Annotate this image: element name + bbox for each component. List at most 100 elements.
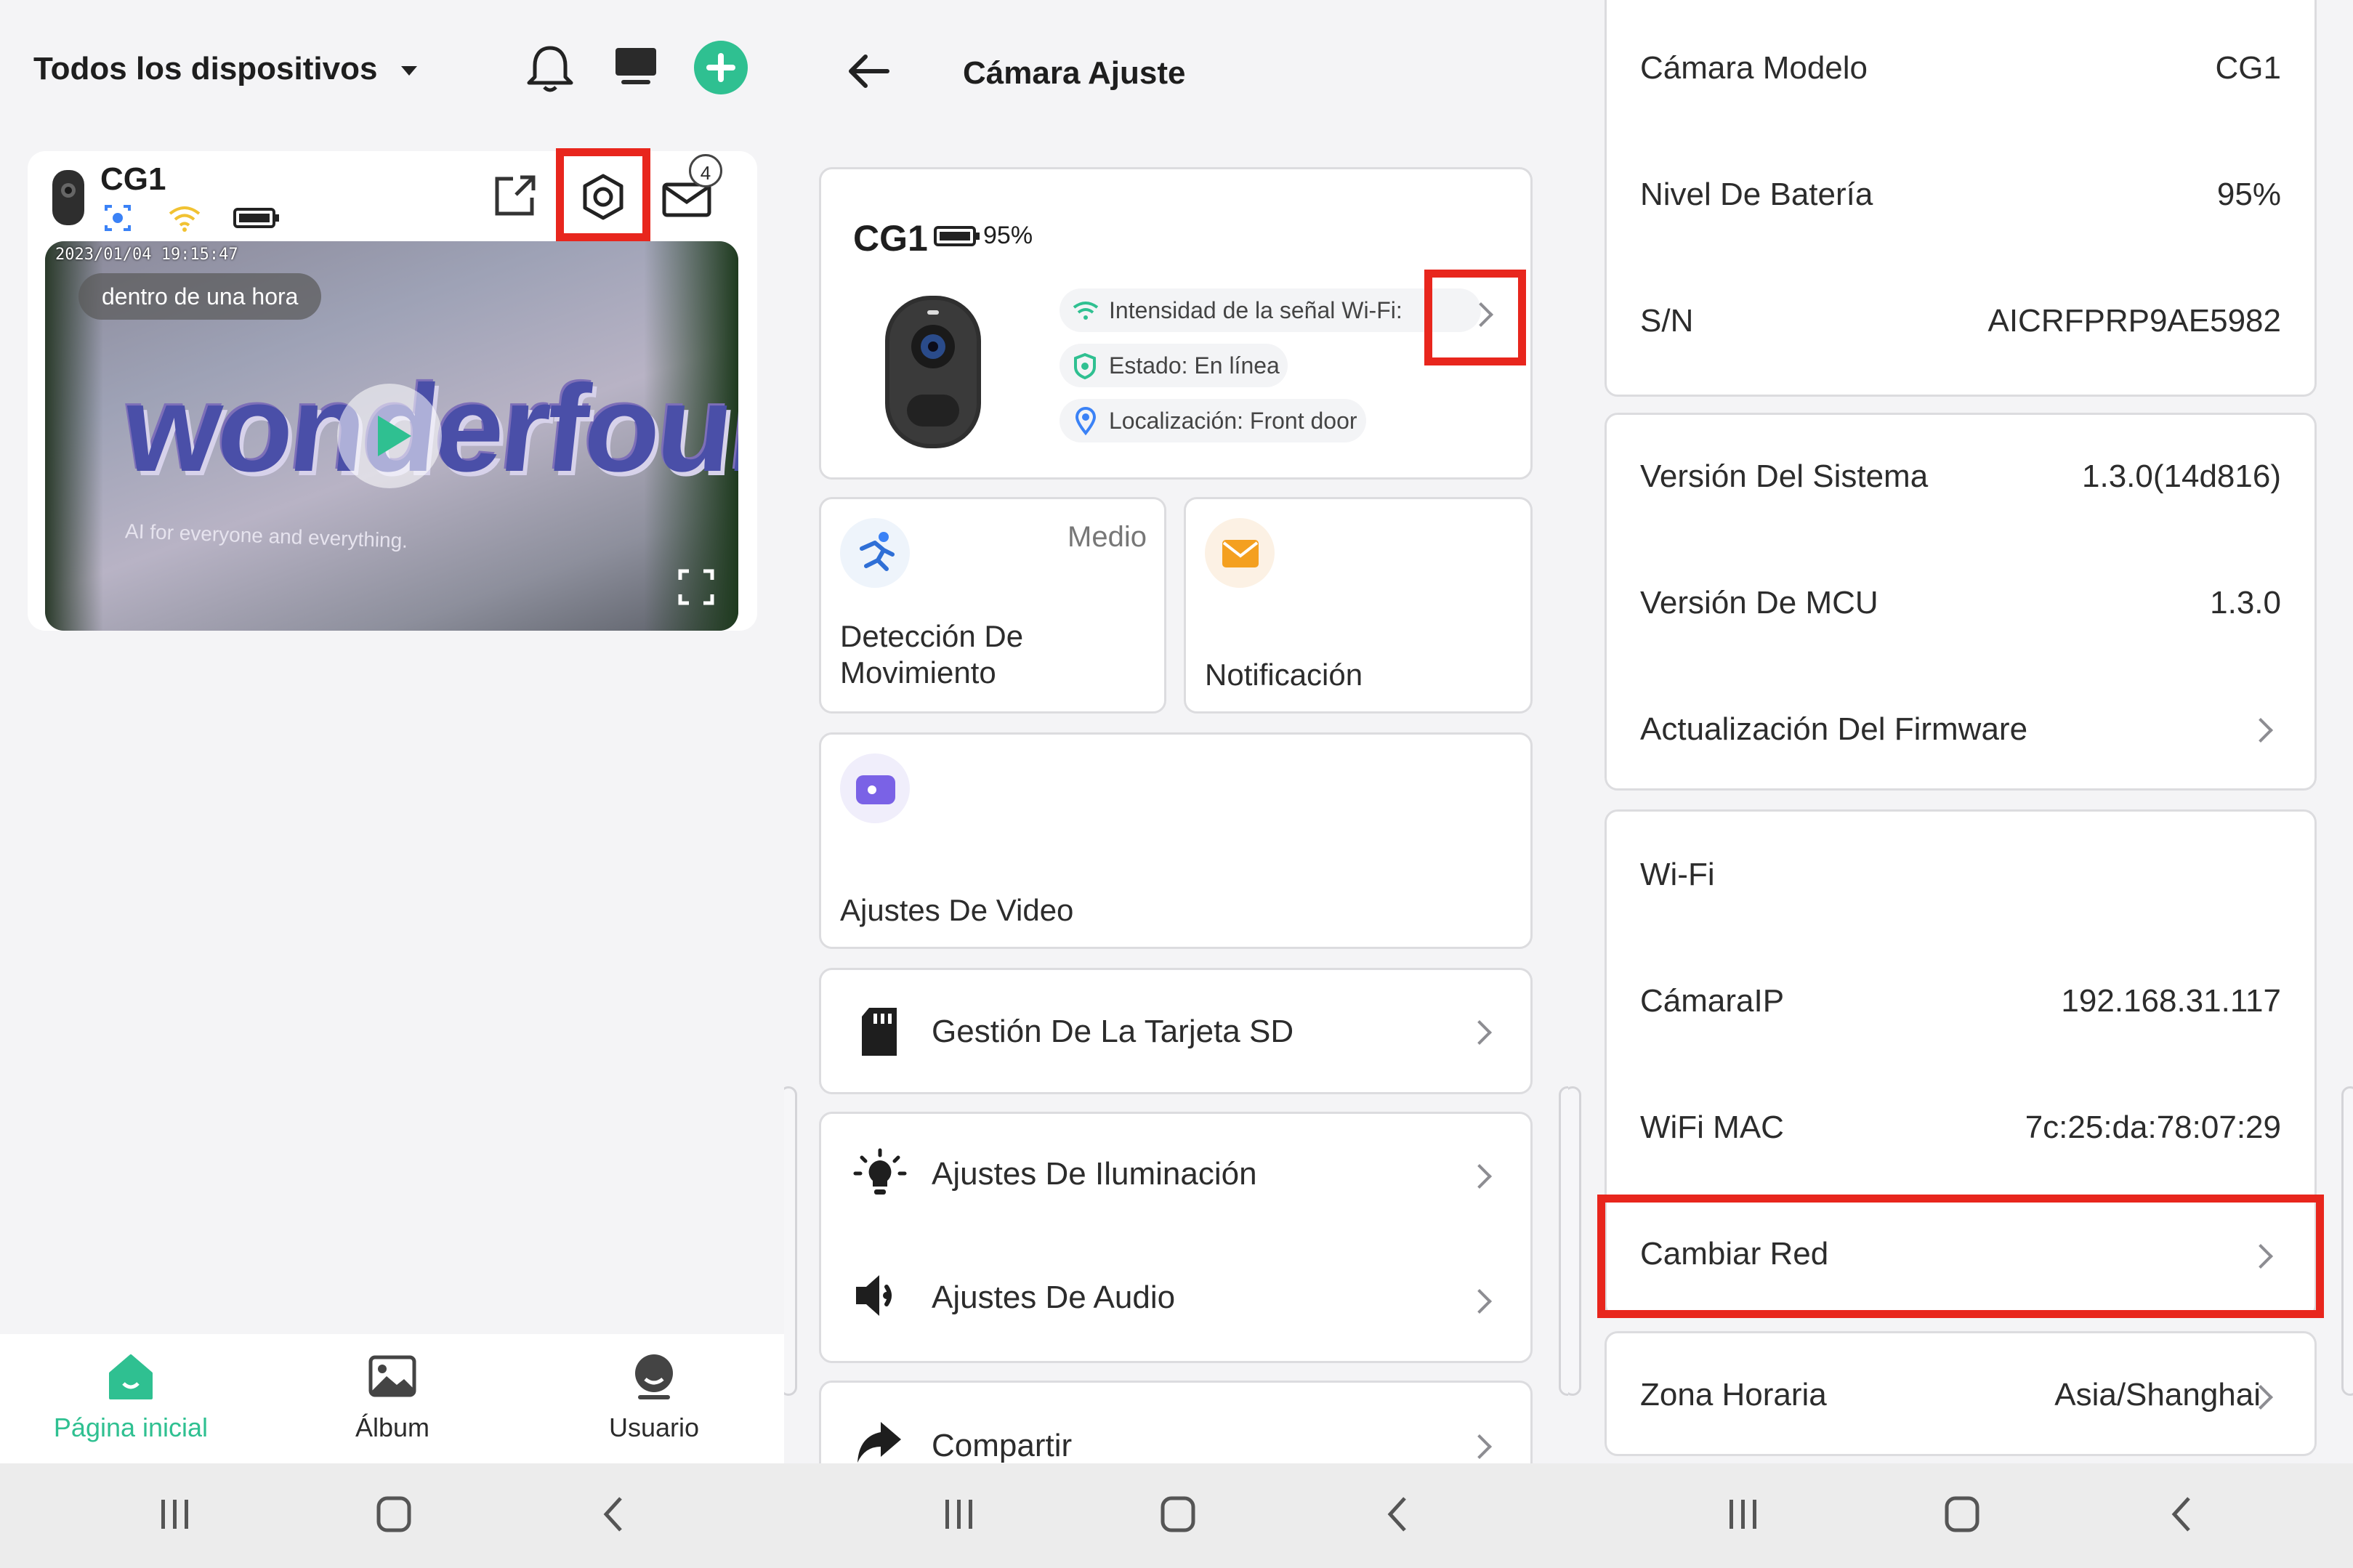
home-system-icon[interactable] [1937, 1492, 1987, 1536]
motion-detect-icon [105, 205, 131, 231]
battery-level-value: 95% [2216, 177, 2281, 212]
serial-number-label: S/N [1640, 303, 1694, 339]
plus-icon-bar [718, 53, 724, 82]
recent-apps-icon[interactable] [150, 1492, 201, 1536]
notification-label: Notificación [1205, 658, 1363, 692]
motion-label: Detección De Movimiento [840, 619, 1024, 690]
play-icon [378, 416, 411, 456]
wifi-strength-pill: Intensidad de la señal Wi-Fi: [1060, 288, 1481, 332]
sd-card-label: Gestión De La Tarjeta SD [932, 1014, 1294, 1049]
share-external-icon[interactable] [491, 173, 538, 219]
envelope-icon [1222, 540, 1259, 567]
motion-icon-bg [840, 518, 910, 588]
page-title: Cámara Ajuste [963, 55, 1186, 91]
motion-sensitivity: Medio [1067, 521, 1147, 553]
speaker-icon [856, 1275, 892, 1316]
system-version-label: Versión Del Sistema [1640, 458, 1929, 494]
sd-card-icon [862, 1008, 897, 1056]
lighting-row[interactable]: Ajustes De Iluminación [821, 1114, 1535, 1237]
scroll-edge-left [784, 1086, 797, 1396]
back-arrow-icon[interactable] [845, 51, 892, 92]
battery-percent: 95% [983, 222, 1033, 249]
recent-apps-icon[interactable] [1718, 1492, 1769, 1536]
nav-album[interactable]: Álbum [291, 1347, 494, 1456]
sd-card-management-row[interactable]: Gestión De La Tarjeta SD [819, 968, 1533, 1094]
audio-row[interactable]: Ajustes De Audio [821, 1239, 1535, 1362]
device-details-card: Cámara Modelo CG1 Nivel De Batería 95% S… [1605, 0, 2317, 397]
bell-icon[interactable] [525, 42, 576, 94]
home-system-icon[interactable] [368, 1492, 419, 1536]
location-pill: Localización: Front door [1060, 399, 1366, 442]
change-network-highlight-box [1597, 1195, 2324, 1318]
mcu-version-value: 1.3.0 [2210, 585, 2281, 621]
message-count-badge: 4 [689, 154, 722, 187]
home-system-icon[interactable] [1153, 1492, 1203, 1536]
timezone-label: Zona Horaria [1640, 1377, 1827, 1413]
nav-home-label: Página inicial [53, 1413, 209, 1442]
camera-image [885, 296, 981, 448]
camera-settings-panel: Cámara Ajuste CG1 95% Intensidad de la s… [784, 0, 1568, 1568]
system-nav-bar [784, 1463, 1568, 1568]
wifi-mac-value: 7c:25:da:78:07:29 [2025, 1110, 2281, 1145]
video-timestamp: 2023/01/04 19:15:47 [55, 246, 238, 264]
multi-view-icon[interactable] [613, 45, 659, 89]
play-button[interactable] [337, 384, 442, 488]
back-system-icon[interactable] [589, 1492, 639, 1536]
status-label: Estado: En línea [1109, 352, 1280, 379]
status-icon [1074, 352, 1096, 380]
serial-number-value: AICRFPRP9AE5982 [1987, 303, 2281, 339]
timezone-value: Asia/Shanghai [2054, 1377, 2261, 1413]
location-label: Localización: Front door [1109, 408, 1357, 434]
video-settings-card[interactable]: Ajustes De Video [819, 732, 1533, 949]
firmware-update-row[interactable]: Actualización Del Firmware [1607, 669, 2314, 785]
wifi-detail-highlight-box [1424, 270, 1526, 365]
devices-dropdown-label: Todos los dispositivos [33, 51, 378, 86]
video-icon-bg [840, 753, 910, 823]
running-person-icon [860, 532, 895, 571]
fullscreen-icon[interactable] [677, 568, 715, 606]
video-time-badge: dentro de una hora [78, 273, 322, 320]
lighting-label: Ajustes De Iluminación [932, 1156, 1257, 1192]
video-slogan: AI for everyone and everything. [124, 520, 408, 552]
status-pill: Estado: En línea [1060, 344, 1288, 387]
add-device-button[interactable] [694, 41, 748, 94]
bottom-nav: Página inicial Álbum Usuario [0, 1334, 784, 1463]
scroll-edge-left [1568, 1086, 1581, 1396]
video-preview[interactable]: 2023/01/04 19:15:47 dentro de una hora w… [45, 241, 738, 631]
back-system-icon[interactable] [1373, 1492, 1424, 1536]
camera-ip-label: CámaraIP [1640, 983, 1785, 1019]
lighting-audio-card: Ajustes De Iluminación Ajustes De Audio [819, 1112, 1533, 1363]
wifi-icon [1073, 302, 1099, 320]
lighting-chevron-icon [1467, 1164, 1492, 1189]
device-info-panel: Cámara Modelo CG1 Nivel De Batería 95% S… [1568, 0, 2353, 1568]
notification-card[interactable]: Notificación [1184, 497, 1533, 714]
notification-icon-bg [1205, 518, 1275, 588]
scroll-edge-right [1559, 1086, 1568, 1396]
share-label: Compartir [932, 1428, 1073, 1463]
audio-chevron-icon [1467, 1289, 1492, 1314]
wifi-label: Wi-Fi [1640, 857, 1715, 892]
back-system-icon[interactable] [2157, 1492, 2208, 1536]
album-icon [368, 1355, 416, 1397]
scroll-edge-right [2341, 1086, 2353, 1396]
motion-detection-card[interactable]: Medio Detección De Movimiento [819, 497, 1166, 714]
firmware-chevron-icon [2248, 718, 2273, 743]
share-chevron-icon [1467, 1434, 1492, 1459]
nav-home[interactable]: Página inicial [29, 1347, 233, 1456]
system-nav-bar [0, 1463, 784, 1568]
model-value: CG1 [2215, 50, 2281, 86]
device-card[interactable]: CG1 4 2023/01/04 19:15:47 dentro de una … [28, 148, 757, 631]
location-pin-icon [1075, 407, 1097, 435]
settings-highlight-box [556, 148, 650, 241]
nav-user[interactable]: Usuario [552, 1347, 756, 1456]
devices-dropdown[interactable]: Todos los dispositivos [33, 51, 417, 87]
device-name: CG1 [100, 161, 166, 197]
wifi-signal-icon [169, 206, 201, 232]
recent-apps-icon[interactable] [934, 1492, 985, 1536]
version-card: Versión Del Sistema 1.3.0(14d816) Versió… [1605, 413, 2317, 791]
wifi-strength-label: Intensidad de la señal Wi-Fi: [1109, 297, 1402, 323]
audio-label: Ajustes De Audio [932, 1280, 1176, 1315]
sd-card-chevron-icon [1467, 1020, 1492, 1045]
timezone-row[interactable]: Zona Horaria Asia/Shanghai [1605, 1331, 2317, 1456]
home-icon [109, 1354, 153, 1399]
